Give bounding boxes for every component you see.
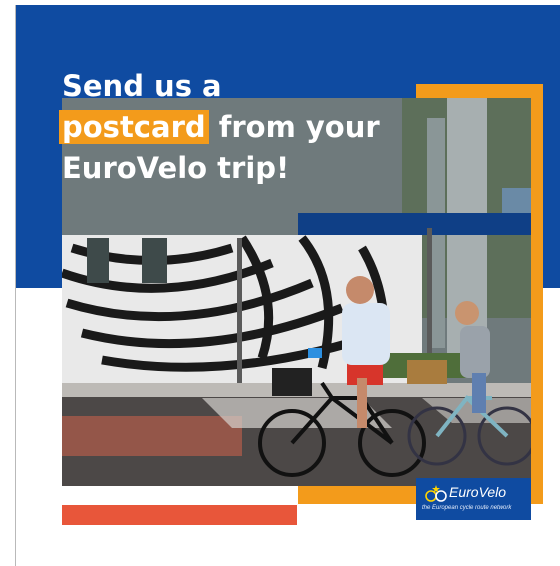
red-accent-bar [62,505,297,525]
logo-name: EuroVelo [449,484,507,500]
headline-highlight: postcard [59,110,209,144]
headline-line1: Send us a [62,69,222,103]
headline-line3: EuroVelo trip! [62,151,290,185]
headline: Send us a postcard from your EuroVelo tr… [59,66,402,189]
eurovelo-logo[interactable]: EuroVelo the European cycle route networ… [416,478,531,520]
headline-line2: from your [208,110,380,144]
cyclist-stars-icon [425,485,447,502]
logo-tagline: the European cycle route network [422,505,512,511]
